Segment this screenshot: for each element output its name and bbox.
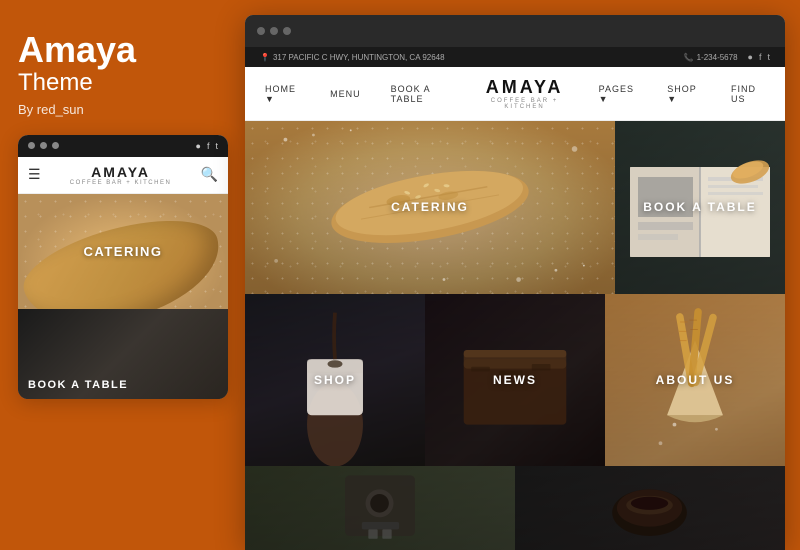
phone-text: 1-234-5678 — [697, 53, 738, 62]
mobile-dot-1 — [28, 142, 35, 149]
instagram-icon[interactable]: ● — [748, 52, 753, 62]
bottom-left-cell[interactable] — [245, 466, 515, 550]
mobile-nav: ☰ AMAYA COFFEE BAR + KITCHEN 🔍 — [18, 157, 228, 194]
twitter-icon: t — [215, 141, 218, 151]
about-cell[interactable]: ABOUT US — [605, 294, 785, 467]
hamburger-icon[interactable]: ☰ — [28, 166, 41, 183]
shop-cell[interactable]: SHOP — [245, 294, 425, 467]
theme-title: Amaya Theme By red_sun — [18, 30, 227, 117]
location-icon: 📍 — [260, 53, 270, 62]
desktop-site: 📍 317 PACIFIC C HWY, HUNTINGTON, CA 9264… — [245, 47, 785, 550]
browser-dot-1 — [257, 27, 265, 35]
mobile-book-table-label: BOOK A TABLE — [28, 379, 128, 391]
desktop-brand-sub: COFFEE BAR + KITCHEN — [480, 98, 568, 110]
phone-icon: 📞 — [684, 53, 694, 62]
theme-subtitle: Theme — [18, 70, 227, 96]
catering-label: CATERING — [391, 200, 469, 214]
desktop-preview: 📍 317 PACIFIC C HWY, HUNTINGTON, CA 9264… — [245, 15, 785, 550]
left-panel: Amaya Theme By red_sun ● f t ☰ AMAYA C — [0, 0, 245, 550]
mobile-catering-image: CATERING — [18, 194, 228, 309]
mobile-catering-label: CATERING — [84, 244, 163, 259]
desktop-topbar: 📍 317 PACIFIC C HWY, HUNTINGTON, CA 9264… — [245, 47, 785, 67]
book-table-cell[interactable]: BOOK A TABLE — [615, 121, 785, 294]
espresso-illustration — [245, 466, 515, 550]
mobile-dot-2 — [40, 142, 47, 149]
address-text: 317 PACIFIC C HWY, HUNTINGTON, CA 92648 — [273, 53, 445, 62]
nav-menu[interactable]: MENU — [330, 89, 361, 99]
nav-pages[interactable]: PAGES ▼ — [599, 84, 638, 104]
news-label: NEWS — [493, 373, 537, 387]
book-table-label: BOOK A TABLE — [643, 200, 757, 214]
mobile-book-table-image: BOOK A TABLE — [18, 309, 228, 399]
phone-bar: 📞 1-234-5678 — [684, 53, 738, 62]
mobile-social-bar: ● f t — [196, 141, 218, 151]
nav-find-us[interactable]: FIND US — [731, 84, 765, 104]
nav-book-table[interactable]: BOOK A TABLE — [391, 84, 451, 104]
twitter-icon[interactable]: t — [767, 52, 770, 62]
facebook-icon[interactable]: f — [759, 52, 762, 62]
shop-label: SHOP — [314, 373, 356, 387]
desktop-brand-name: AMAYA — [480, 77, 568, 98]
author-credit: By red_sun — [18, 102, 227, 117]
dark-coffee-illustration — [515, 466, 785, 550]
image-grid: CATERING — [245, 121, 785, 550]
nav-shop[interactable]: SHOP ▼ — [667, 84, 701, 104]
mobile-search-icon[interactable]: 🔍 — [201, 166, 218, 183]
bottom-right-cell[interactable] — [515, 466, 785, 550]
news-cell[interactable]: NEWS — [425, 294, 605, 467]
browser-dot-2 — [270, 27, 278, 35]
instagram-icon: ● — [196, 141, 201, 151]
nav-home[interactable]: HOME ▼ — [265, 84, 300, 104]
mobile-dot-3 — [52, 142, 59, 149]
theme-name: Amaya — [18, 30, 227, 70]
facebook-icon: f — [207, 141, 210, 151]
mobile-preview-card: ● f t ☰ AMAYA COFFEE BAR + KITCHEN 🔍 CAT… — [18, 135, 228, 399]
address-bar: 📍 317 PACIFIC C HWY, HUNTINGTON, CA 9264… — [260, 53, 445, 62]
browser-dot-3 — [283, 27, 291, 35]
desktop-nav: HOME ▼ MENU BOOK A TABLE AMAYA COFFEE BA… — [245, 67, 785, 121]
about-label: ABOUT US — [656, 373, 735, 387]
mobile-brand-name: AMAYA — [70, 164, 172, 180]
catering-cell[interactable]: CATERING — [245, 121, 615, 294]
browser-bar — [245, 15, 785, 47]
social-icons-bar: ● f t — [748, 52, 770, 62]
mobile-top-bar: ● f t — [18, 135, 228, 157]
mobile-brand-sub: COFFEE BAR + KITCHEN — [70, 180, 172, 186]
topbar-right: 📞 1-234-5678 ● f t — [684, 52, 770, 62]
